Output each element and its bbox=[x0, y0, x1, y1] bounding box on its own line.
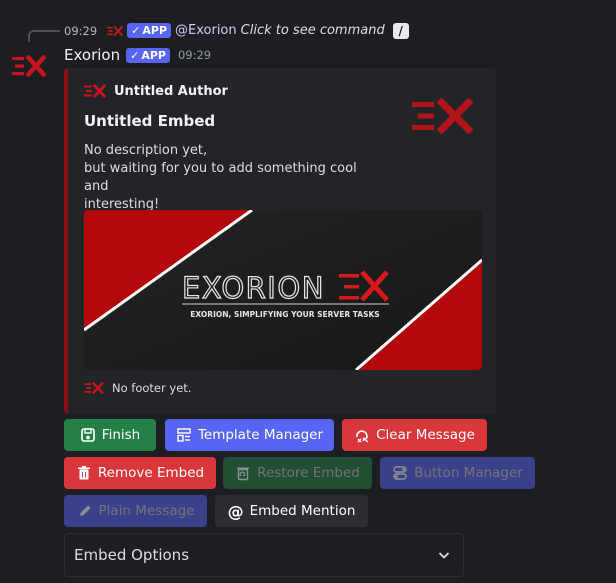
remove-embed-button[interactable]: Remove Embed bbox=[64, 457, 216, 489]
restore-embed-button[interactable]: Restore Embed bbox=[223, 457, 372, 489]
restore-icon bbox=[237, 467, 250, 481]
reply-mention[interactable]: @Exorion bbox=[175, 23, 237, 38]
embed-footer: No footer yet. bbox=[84, 380, 191, 396]
trash-icon bbox=[77, 466, 90, 480]
embed-thumbnail[interactable] bbox=[412, 96, 474, 136]
footer-icon bbox=[84, 382, 104, 394]
banner-brand-text: EXORION bbox=[182, 271, 325, 305]
reply-connector bbox=[28, 30, 60, 42]
slash-command-icon[interactable]: / bbox=[392, 22, 409, 39]
embed-mention-button[interactable]: @ Embed Mention bbox=[215, 495, 368, 527]
message-header: Exorion ✓ APP 09:29 bbox=[64, 44, 211, 66]
toggle-buttons-icon bbox=[393, 466, 407, 480]
embed-description: No description yet, but waiting for you … bbox=[84, 143, 357, 212]
button-manager-button[interactable]: Button Manager bbox=[380, 457, 535, 489]
embed-title: Untitled Embed bbox=[84, 112, 216, 130]
verified-check-icon: ✓ bbox=[131, 24, 141, 37]
embed: Untitled Author Untitled Embed No descri… bbox=[64, 68, 496, 414]
at-sign-icon: @ bbox=[227, 501, 244, 521]
plain-message-button[interactable]: Plain Message bbox=[64, 495, 207, 527]
embed-author: Untitled Author bbox=[84, 82, 228, 100]
app-badge: ✓ APP bbox=[127, 23, 172, 38]
clear-message-button[interactable]: Clear Message bbox=[342, 419, 487, 451]
username[interactable]: Exorion bbox=[64, 46, 120, 64]
reply-time: 09:29 bbox=[64, 23, 98, 38]
pencil-icon bbox=[79, 505, 91, 516]
embed-image-banner[interactable]: EXORION EXORION, SIMPLIFYING YOUR SERVER… bbox=[84, 210, 482, 370]
banner-tagline: EXORION, SIMPLIFYING YOUR SERVER TASKS bbox=[190, 310, 379, 319]
template-manager-button[interactable]: Template Manager bbox=[165, 419, 334, 451]
reply-reference[interactable]: 09:29 ✓ APP @Exorion Click to see comman… bbox=[64, 22, 409, 39]
template-icon bbox=[177, 428, 191, 442]
reply-command-hint[interactable]: Click to see command bbox=[241, 23, 385, 38]
select-placeholder: Embed Options bbox=[74, 546, 190, 564]
finish-button[interactable]: Finish bbox=[64, 419, 156, 451]
clear-icon bbox=[356, 430, 369, 443]
embed-author-name: Untitled Author bbox=[114, 83, 228, 99]
avatar[interactable] bbox=[12, 54, 46, 78]
verified-check-icon: ✓ bbox=[130, 48, 140, 62]
embed-footer-text: No footer yet. bbox=[112, 381, 192, 395]
exorion-logo-icon bbox=[107, 25, 124, 36]
app-badge: ✓ APP bbox=[126, 47, 170, 63]
embed-options-select[interactable]: Embed Options bbox=[64, 533, 464, 577]
chevron-down-icon bbox=[438, 552, 450, 559]
author-icon bbox=[84, 84, 106, 98]
message-time: 09:29 bbox=[177, 48, 212, 62]
save-icon bbox=[80, 428, 95, 442]
